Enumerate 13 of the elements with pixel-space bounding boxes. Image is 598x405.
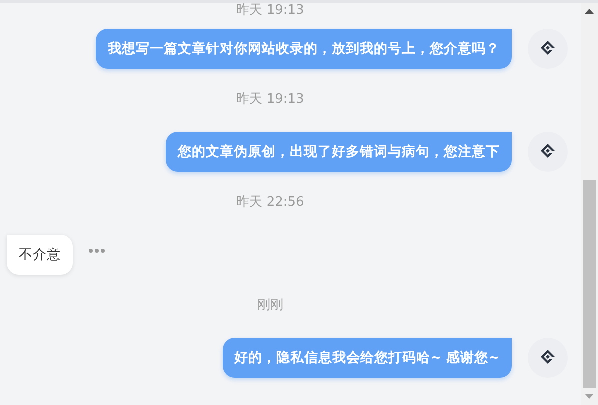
received-message: 不介意 [7, 235, 73, 275]
sent-message: 我想写一篇文章针对你网站收录的，放到我的号上，您介意吗？ [96, 29, 512, 69]
logo-icon [539, 349, 557, 367]
sent-message: 您的文章伪原创，出现了好多错词与病句，您注意下 [166, 132, 512, 172]
logo-icon [539, 143, 557, 161]
logo-icon [539, 40, 557, 58]
sent-message: 好的，隐私信息我会给您打码哈~ 感谢您~ [222, 338, 512, 378]
timestamp: 昨天 22:56 [236, 194, 306, 212]
more-icon[interactable] [89, 249, 105, 253]
scrollbar-thumb[interactable] [583, 180, 596, 388]
timestamp: 昨天 19:13 [236, 3, 306, 19]
timestamp: 刚刚 [258, 297, 284, 315]
timestamp: 昨天 19:13 [236, 91, 306, 109]
